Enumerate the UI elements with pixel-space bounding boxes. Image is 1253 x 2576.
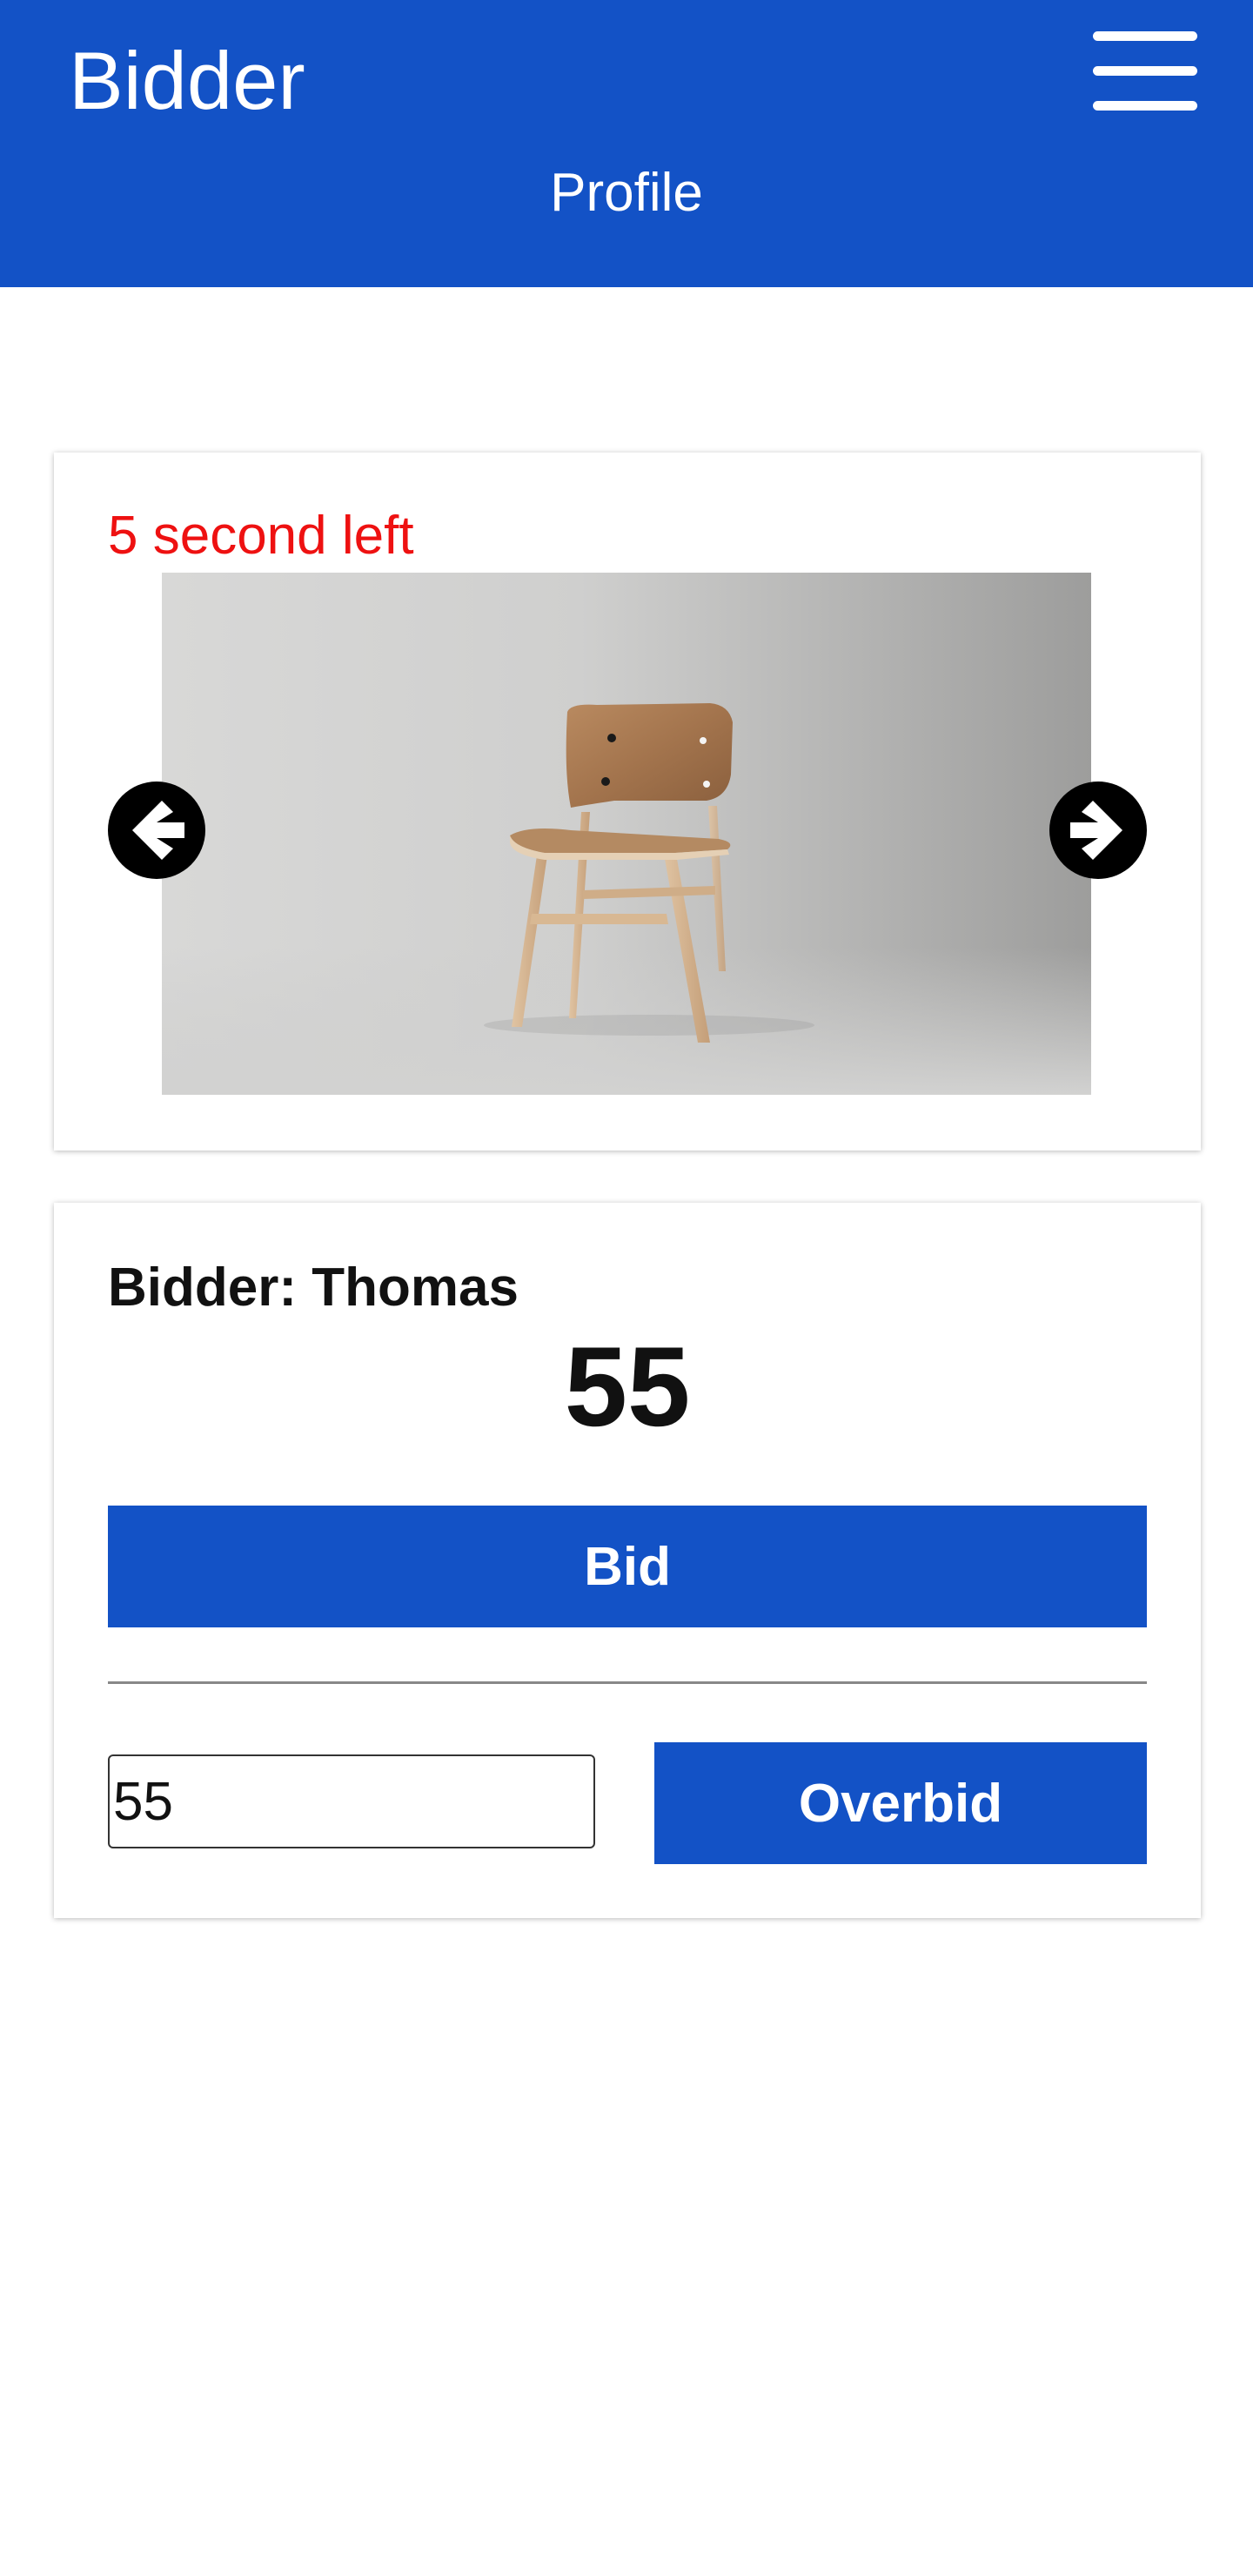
countdown-timer: 5 second left [108, 506, 414, 566]
hamburger-menu-icon[interactable] [1093, 31, 1197, 111]
arrow-right-glyph [1049, 782, 1147, 879]
auction-image-card: 5 second left [54, 453, 1201, 1150]
product-image [162, 573, 1091, 1095]
app-header: Bidder Profile [0, 0, 1253, 287]
bidder-name: Thomas [312, 1258, 519, 1318]
current-bid-amount: 55 [564, 1323, 691, 1450]
divider [108, 1681, 1147, 1684]
app-title: Bidder [69, 35, 305, 126]
bidder-separator [297, 1258, 312, 1318]
bidder-label: Bidder: [108, 1258, 297, 1318]
arrow-left-glyph [108, 782, 205, 879]
overbid-button[interactable]: Overbid [654, 1742, 1147, 1864]
menu-bar [1093, 101, 1197, 111]
menu-bar [1093, 31, 1197, 41]
overbid-amount-input[interactable] [108, 1754, 595, 1848]
bidder-info: Bidder: Thomas [108, 1255, 519, 1321]
bid-card: Bidder: Thomas 55 Bid Overbid [54, 1203, 1201, 1918]
arrow-left-circle-icon[interactable] [108, 782, 205, 879]
menu-bar [1093, 66, 1197, 76]
arrow-right-circle-icon[interactable] [1049, 782, 1147, 879]
bid-button[interactable]: Bid [108, 1506, 1147, 1627]
nav-link-profile[interactable]: Profile [0, 158, 1253, 228]
